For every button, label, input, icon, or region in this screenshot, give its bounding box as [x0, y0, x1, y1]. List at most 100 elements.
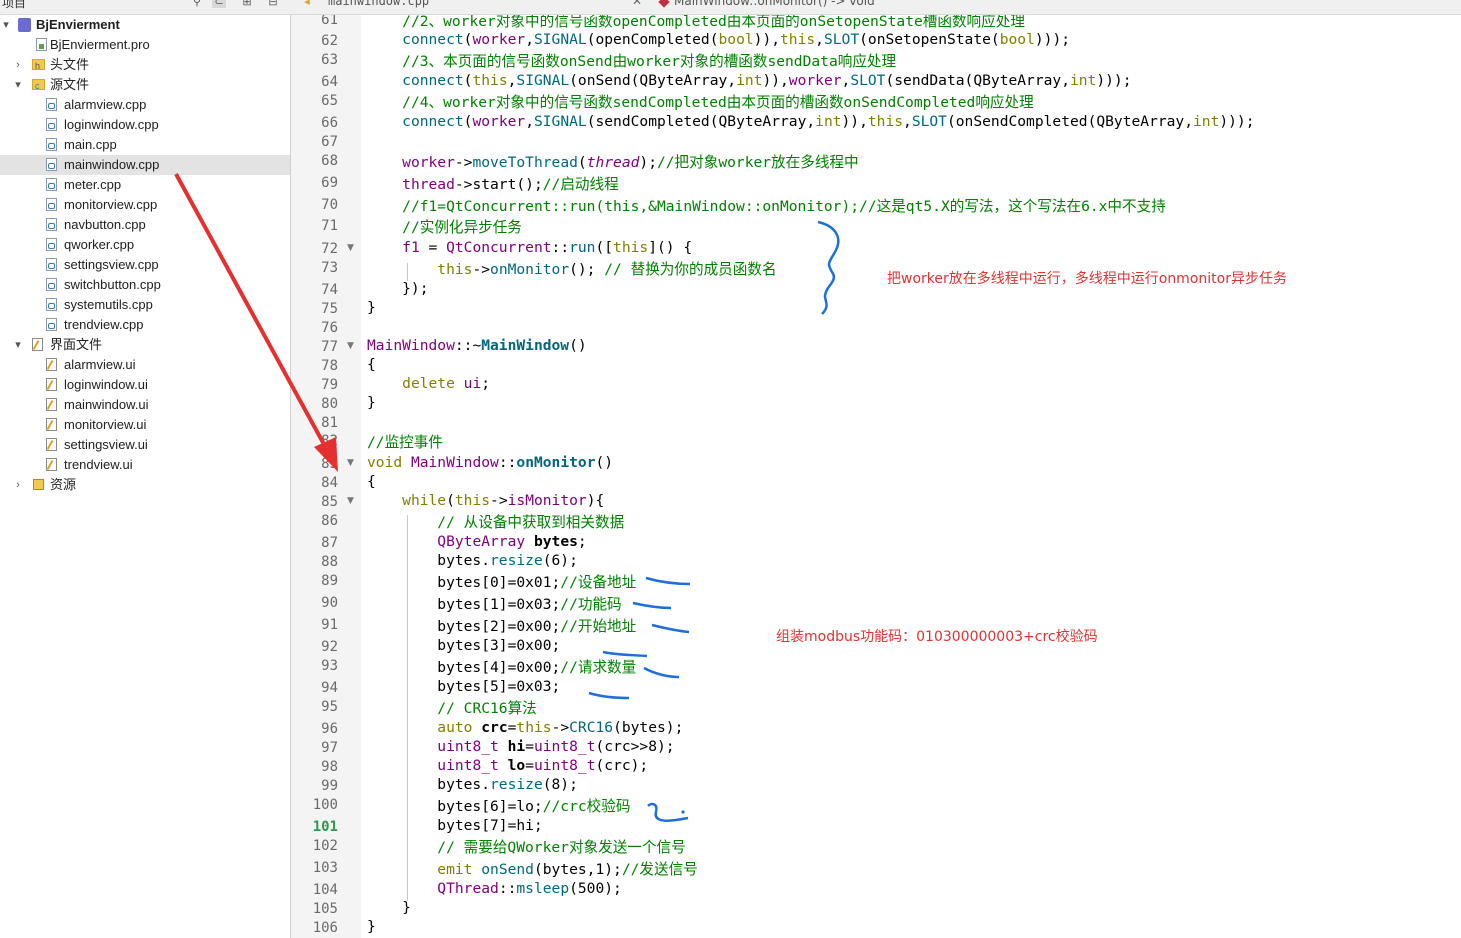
tree-item-ui[interactable]: loginwindow.ui — [0, 375, 290, 395]
header-folder-icon — [32, 56, 45, 76]
tree-item-ui[interactable]: alarmview.ui — [0, 355, 290, 375]
line-number: 68 — [321, 153, 338, 169]
cpp-file-icon — [46, 318, 57, 331]
line-number: 96 — [321, 721, 338, 737]
tree-item-ui[interactable]: settingsview.ui — [0, 435, 290, 455]
tree-item-cpp-selected[interactable]: mainwindow.cpp — [0, 155, 290, 175]
code-line: while(this->isMonitor){ — [402, 492, 605, 509]
tree-item-pro[interactable]: BjEnvierment.pro — [0, 35, 290, 55]
code-line: delete ui; — [402, 375, 491, 392]
code-editor[interactable]: 61 62 63 64 65 66 67 68 69 70 71 72 73 74 75 76 77 78 79 80… — [291, 15, 1461, 938]
tree-folder-forms[interactable]: ▾ 界面文件 — [0, 335, 290, 355]
code-line: uint8_t lo=uint8_t(crc); — [437, 757, 649, 774]
tree-root[interactable]: ▾ BjEnvierment — [0, 15, 290, 35]
link-icon[interactable]: ⊂ — [212, 0, 226, 8]
code-line: uint8_t hi=uint8_t(crc>>8); — [437, 738, 675, 755]
code-line: //4、worker对象中的信号函数sendCompleted由本页面的槽函数o… — [402, 94, 1034, 111]
fold-margin — [341, 15, 361, 938]
filter-icon[interactable]: ⚲ — [190, 0, 204, 8]
fold-marker-icon[interactable]: ▼ — [347, 341, 354, 351]
line-number: 93 — [321, 658, 338, 674]
cpp-file-icon — [46, 298, 57, 311]
tree-folder-sources[interactable]: ▾ 源文件 — [0, 75, 290, 96]
fold-marker-icon[interactable]: ▼ — [347, 496, 354, 506]
collapse-arrow-icon[interactable]: ▾ — [12, 75, 24, 95]
back-icon[interactable]: ◂ — [300, 0, 314, 8]
fold-marker-icon[interactable]: ▼ — [347, 458, 354, 468]
tree-folder-resources[interactable]: › 资源 — [0, 475, 290, 495]
expand-arrow-icon[interactable]: › — [12, 475, 24, 495]
line-number: 90 — [321, 595, 338, 611]
line-number: 77 — [321, 339, 338, 355]
code-line: //实例化异步任务 — [402, 219, 522, 236]
ui-file-icon — [46, 418, 57, 431]
code-line: f1 = QtConcurrent::run([this]() { — [402, 239, 693, 256]
tree-item-cpp[interactable]: trendview.cpp — [0, 315, 290, 335]
code-line: //2、worker对象中的信号函数openCompleted由本页面的onSe… — [402, 15, 1025, 30]
add-split-icon[interactable]: ⊞ — [240, 0, 254, 8]
fold-marker-icon[interactable]: ▼ — [347, 243, 354, 253]
line-number: 61 — [321, 15, 338, 28]
code-line: thread->start();//启动线程 — [402, 176, 619, 193]
line-number: 99 — [321, 778, 338, 794]
function-icon — [658, 0, 670, 8]
line-number: 87 — [321, 535, 338, 551]
tree-item-cpp[interactable]: switchbutton.cpp — [0, 275, 290, 295]
code-line: //监控事件 — [367, 434, 443, 451]
tree-root-label: BjEnvierment — [36, 17, 120, 32]
tree-item-label: mainwindow.cpp — [64, 157, 160, 172]
cpp-file-icon — [46, 218, 57, 231]
code-line: bytes[6]=lo;//crc校验码 — [367, 798, 631, 815]
code-line: QThread::msleep(500); — [437, 880, 622, 897]
code-line: this->onMonitor(); // 替换为你的成员函数名 — [437, 261, 777, 278]
tree-item-cpp[interactable]: main.cpp — [0, 135, 290, 155]
line-number: 91 — [321, 617, 338, 633]
tree-item-ui[interactable]: trendview.ui — [0, 455, 290, 475]
open-file-tab[interactable]: mainwindow.cpp — [328, 0, 429, 8]
tree-item-label: mainwindow.ui — [64, 397, 149, 412]
tree-item-cpp[interactable]: monitorview.cpp — [0, 195, 290, 215]
tree-item-label: trendview.cpp — [64, 317, 144, 332]
tree-item-ui[interactable]: mainwindow.ui — [0, 395, 290, 415]
line-number: 85 — [321, 494, 338, 510]
cpp-file-icon — [46, 118, 57, 131]
function-selector[interactable]: MainWindow::onMonitor() -> void — [658, 0, 875, 8]
tree-item-cpp[interactable]: systemutils.cpp — [0, 295, 290, 315]
tree-item-cpp[interactable]: navbutton.cpp — [0, 215, 290, 235]
line-number: 72 — [321, 241, 338, 257]
tree-folder-headers[interactable]: › 头文件 — [0, 55, 290, 76]
resource-folder-icon — [33, 479, 44, 490]
tree-item-label: trendview.ui — [64, 457, 133, 472]
close-split-icon[interactable]: ⊟ — [266, 0, 280, 8]
line-number: 84 — [321, 475, 338, 491]
tree-item-cpp[interactable]: alarmview.cpp — [0, 95, 290, 115]
line-number: 105 — [312, 901, 338, 917]
line-number: 86 — [321, 513, 338, 529]
expand-arrow-icon[interactable]: › — [12, 55, 24, 75]
line-number: 71 — [321, 218, 338, 234]
code-line: // CRC16算法 — [437, 700, 537, 717]
line-number: 102 — [312, 838, 338, 854]
code-line: bytes[2]=0x00;//开始地址 — [367, 618, 637, 635]
line-number: 62 — [321, 33, 338, 49]
collapse-arrow-icon[interactable]: ▾ — [12, 335, 24, 355]
tree-item-ui[interactable]: monitorview.ui — [0, 415, 290, 435]
close-file-icon[interactable]: ✕ — [632, 0, 642, 8]
code-line: worker->moveToThread(thread);//把对象worker… — [402, 154, 859, 171]
ui-file-icon — [46, 458, 57, 471]
code-line: //f1=QtConcurrent::run(this,&MainWindow:… — [402, 198, 1166, 215]
tree-item-cpp[interactable]: loginwindow.cpp — [0, 115, 290, 135]
line-number: 70 — [321, 197, 338, 213]
tree-item-cpp[interactable]: settingsview.cpp — [0, 255, 290, 275]
code-line: connect(worker,SIGNAL(sendCompleted(QByt… — [402, 113, 1255, 130]
cpp-file-icon — [46, 178, 57, 191]
code-line: bytes[4]=0x00;//请求数量 — [367, 659, 637, 676]
code-line: QByteArray bytes; — [437, 533, 587, 550]
collapse-arrow-icon[interactable]: ▾ — [0, 15, 12, 35]
tree-item-cpp[interactable]: meter.cpp — [0, 175, 290, 195]
ui-file-icon — [46, 358, 57, 371]
code-line: bytes[3]=0x00; — [367, 637, 561, 654]
tree-item-label: systemutils.cpp — [64, 297, 153, 312]
code-line: }); — [367, 280, 429, 297]
tree-item-cpp[interactable]: qworker.cpp — [0, 235, 290, 255]
